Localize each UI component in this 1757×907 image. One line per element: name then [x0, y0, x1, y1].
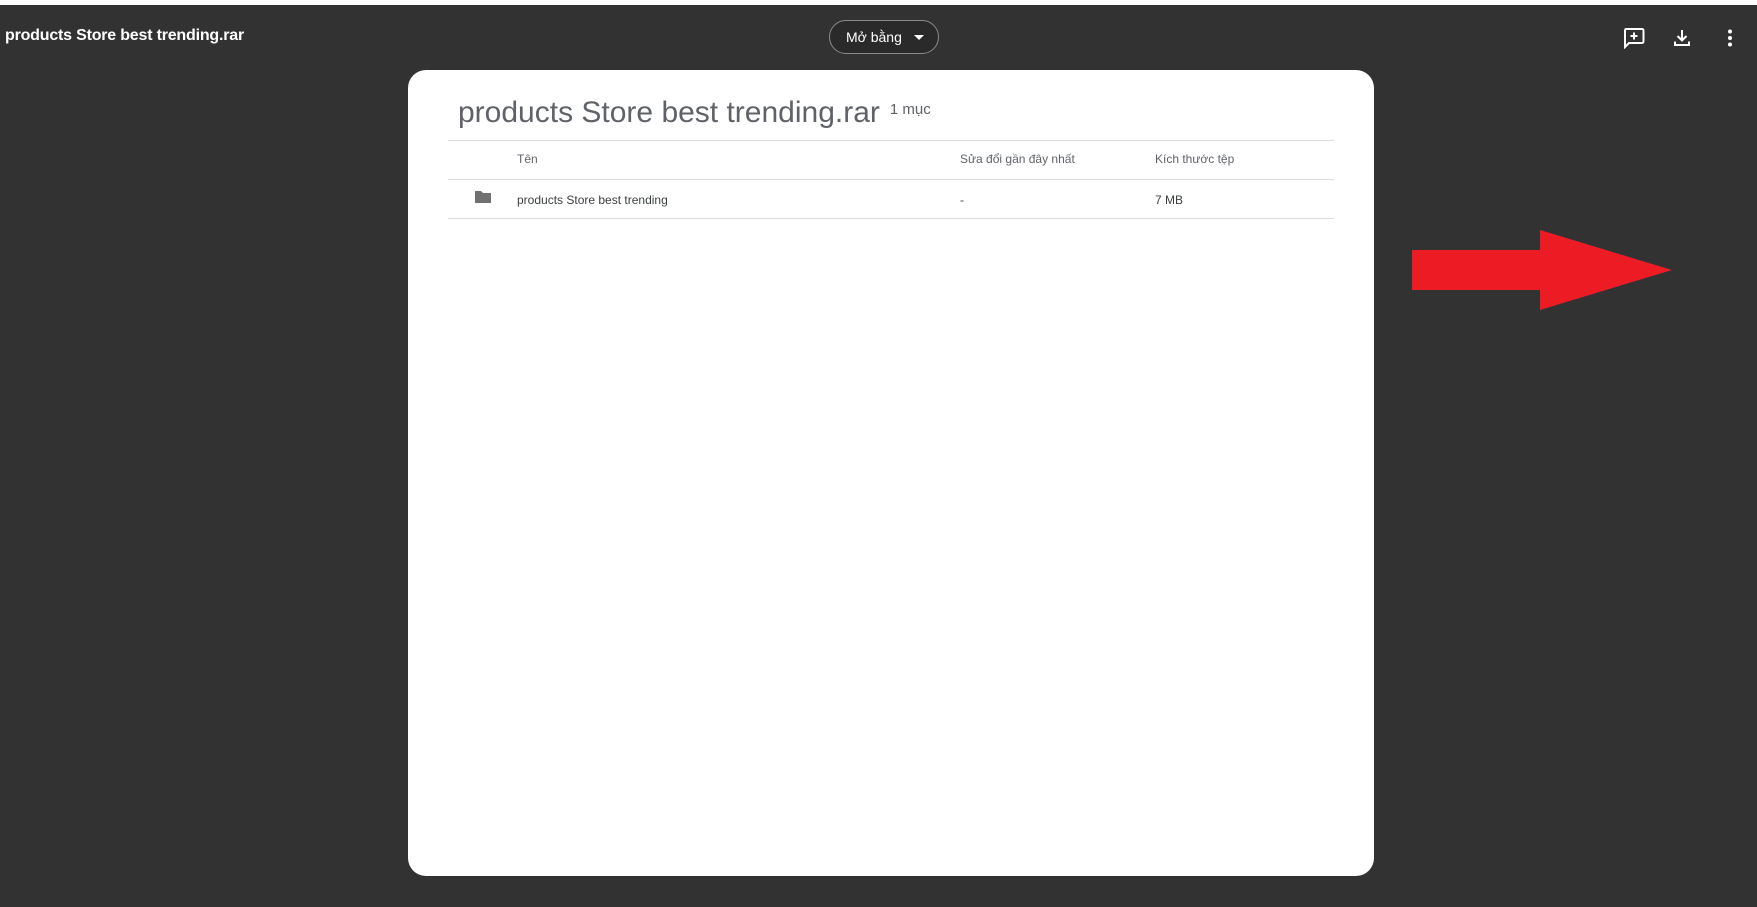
dropdown-caret-icon: [913, 34, 924, 40]
add-comment-icon[interactable]: [1620, 24, 1648, 52]
panel-header: products Store best trending.rar 1 mục: [458, 96, 931, 130]
table-header-row: Tên Sửa đổi gần đây nhất Kích thước tệp: [448, 140, 1334, 179]
file-title: products Store best trending.rar: [5, 27, 244, 44]
column-header-modified[interactable]: Sửa đổi gần đây nhất: [960, 152, 1075, 166]
file-table: Tên Sửa đổi gần đây nhất Kích thước tệp …: [448, 140, 1334, 219]
item-count: 1 mục: [889, 101, 931, 118]
folder-icon: [474, 189, 492, 208]
column-header-name[interactable]: Tên: [517, 152, 538, 166]
row-modified: -: [960, 193, 964, 207]
download-icon[interactable]: [1668, 24, 1696, 52]
archive-preview-panel: products Store best trending.rar 1 mục T…: [408, 70, 1374, 876]
more-vert-icon[interactable]: [1716, 24, 1744, 52]
row-name: products Store best trending: [517, 193, 668, 207]
top-edge-strip: [0, 0, 1757, 5]
row-size: 7 MB: [1155, 193, 1184, 207]
red-arrow-annotation: [1412, 230, 1672, 310]
table-row[interactable]: products Store best trending - 7 MB: [448, 179, 1334, 219]
open-with-button[interactable]: Mở bằng: [829, 20, 939, 54]
column-header-size[interactable]: Kích thước tệp: [1155, 152, 1234, 166]
archive-title: products Store best trending.rar: [458, 96, 880, 129]
open-with-label: Mở bằng: [846, 29, 902, 45]
